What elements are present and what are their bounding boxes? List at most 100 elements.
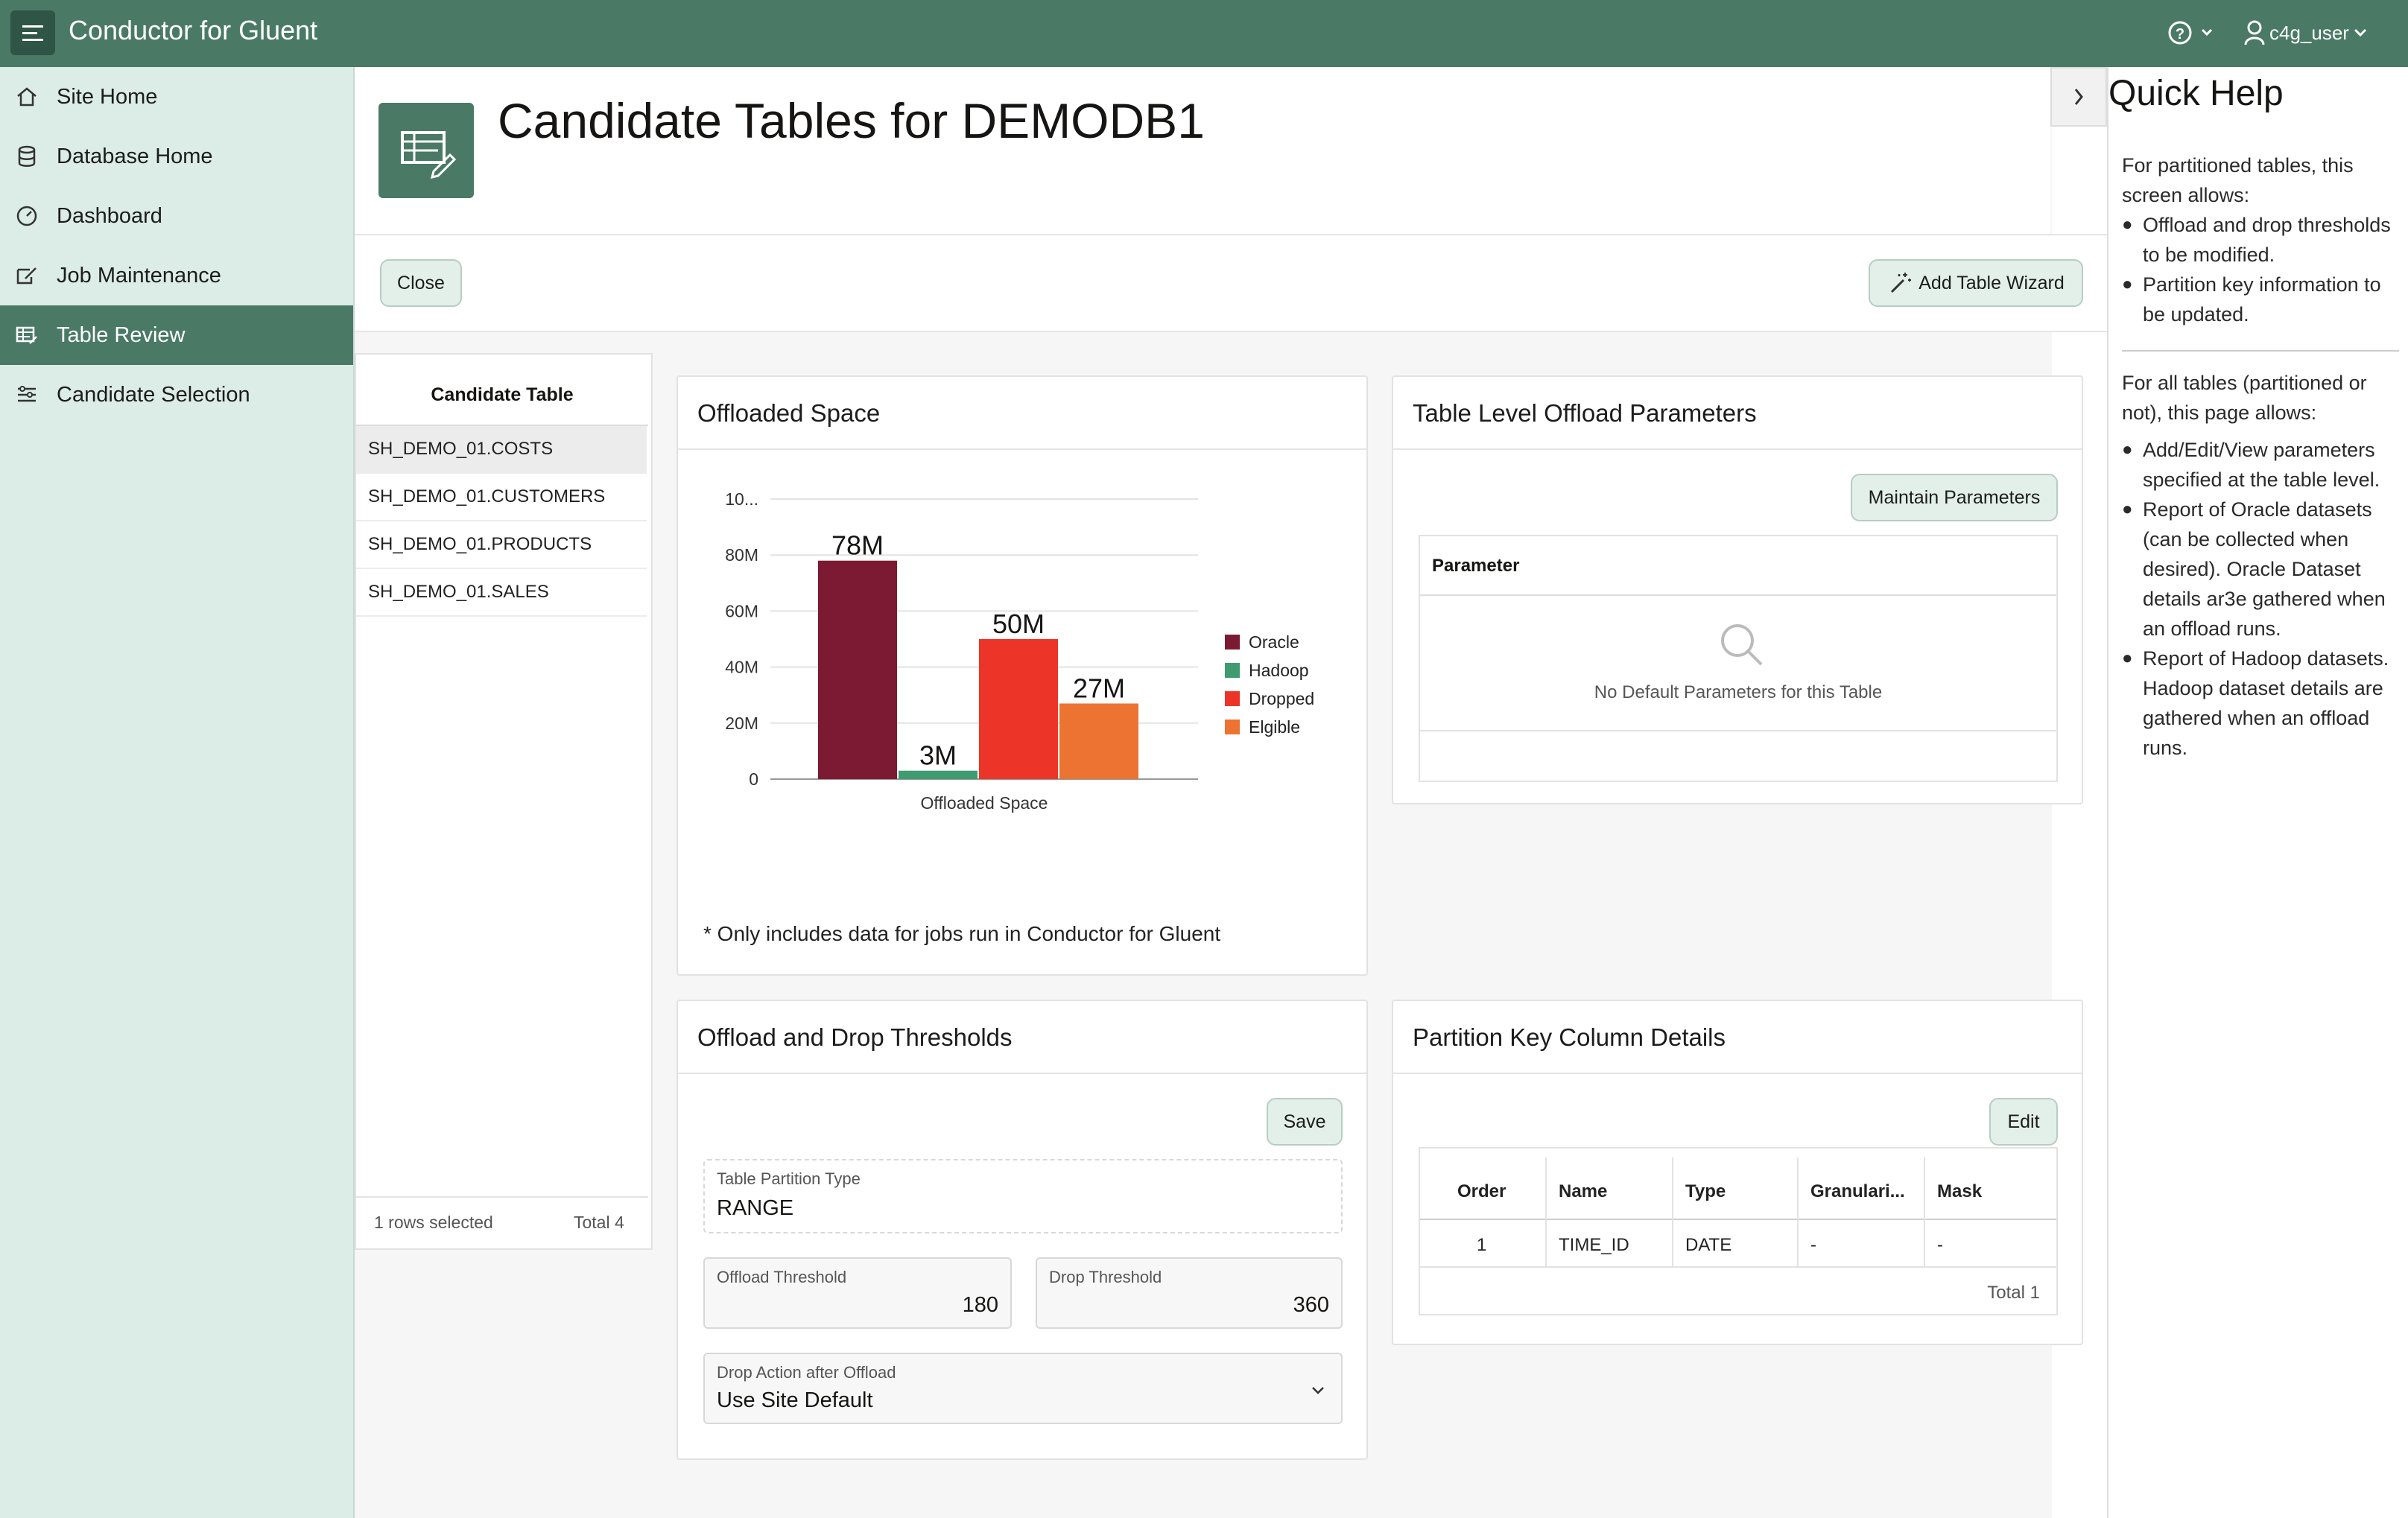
candidate-table-header[interactable]: Candidate Table: [356, 365, 648, 426]
candidate-table-row[interactable]: SH_DEMO_01.SALES: [356, 569, 647, 617]
search-icon: [1721, 624, 1763, 666]
column-separator: [1797, 1157, 1799, 1268]
table-edit-icon: [401, 131, 457, 180]
card-title: Offloaded Space: [697, 399, 881, 427]
bar-oracle: [818, 560, 897, 779]
help-bullet: ● Report of Oracle datasets (can be coll…: [2122, 495, 2405, 644]
save-button-label: Save: [1283, 1111, 1326, 1132]
top-bar: [0, 0, 2408, 67]
add-table-wizard-button[interactable]: Add Table Wizard: [1869, 259, 2083, 307]
partition-type-value: RANGE: [717, 1196, 794, 1220]
sidebar-item-site-home[interactable]: Site Home: [0, 67, 353, 127]
sidebar-item-label: Site Home: [57, 84, 158, 109]
column-header-order[interactable]: Order: [1457, 1181, 1506, 1202]
card-title: Partition Key Column Details: [1413, 1023, 1726, 1051]
rows-selected-text: 1 rows selected: [374, 1213, 493, 1232]
column-header-mask[interactable]: Mask: [1937, 1181, 1982, 1202]
offload-threshold-field[interactable]: Offload Threshold 180: [703, 1257, 1012, 1329]
chevron-right-icon: [2074, 89, 2083, 105]
y-tick-label: 40M: [725, 658, 758, 677]
card-divider: [678, 448, 1366, 450]
table-row[interactable]: [1420, 1220, 2056, 1268]
drop-threshold-input[interactable]: 360: [1293, 1293, 1329, 1318]
parameter-column-header[interactable]: Parameter: [1432, 556, 1519, 577]
bullet-dot: ●: [2122, 439, 2133, 460]
sidebar-item-label: Job Maintenance: [57, 263, 221, 288]
sidebar-item-database-home[interactable]: Database Home: [0, 127, 353, 186]
candidate-table-list: SH_DEMO_01.COSTS SH_DEMO_01.CUSTOMERS SH…: [356, 426, 648, 620]
bullet-dot: ●: [2122, 215, 2133, 235]
job-edit-icon: [16, 267, 37, 285]
legend-label: Dropped: [1249, 689, 1314, 708]
sidebar-item-table-review[interactable]: Table Review: [0, 305, 353, 365]
cell-order: 1: [1477, 1235, 1487, 1255]
sidebar: Site Home Database Home Dashboard Job Ma…: [0, 67, 355, 1518]
sidebar-item-dashboard[interactable]: Dashboard: [0, 186, 353, 246]
menu-toggle-button[interactable]: [10, 10, 55, 55]
column-header-type[interactable]: Type: [1685, 1181, 1726, 1202]
page-title: Candidate Tables for DEMODB1: [498, 93, 1205, 148]
page-icon: [378, 103, 474, 198]
x-axis-label: Offloaded Space: [921, 793, 1048, 813]
sidebar-item-label: Candidate Selection: [57, 382, 250, 407]
bar-dropped: [979, 639, 1058, 779]
help-paragraph: For partitioned tables, this screen allo…: [2122, 154, 2354, 206]
edit-button-label: Edit: [2007, 1111, 2040, 1132]
sidebar-item-job-maintenance[interactable]: Job Maintenance: [0, 246, 353, 305]
close-button[interactable]: Close: [380, 259, 462, 307]
bullet-text: Add/Edit/View parameters specified at th…: [2143, 439, 2380, 491]
offload-parameters-card: Table Level Offload Parameters Maintain …: [1392, 375, 2083, 804]
bar-elgible: [1059, 703, 1138, 779]
offloaded-space-chart: 0 20M 40M 60M 80M 10... 78M 3M 50M 27M Offloaded S…: [725, 489, 1314, 813]
user-name: c4g_user: [2269, 21, 2349, 44]
chart-note: * Only includes data for jobs run in Con…: [703, 922, 1221, 945]
candidate-table-footer: 1 rows selected Total 4: [356, 1196, 648, 1248]
empty-parameters-message: No Default Parameters for this Table: [1594, 682, 1883, 702]
thresholds-card: Offload and Drop Thresholds Save Table P…: [677, 1000, 1368, 1460]
drop-threshold-field[interactable]: Drop Threshold 360: [1036, 1257, 1343, 1329]
help-bullet: ● Report of Hadoop datasets. Hadoop data…: [2122, 644, 2405, 763]
card-divider: [1393, 448, 2082, 450]
legend-label: Oracle: [1249, 632, 1299, 652]
parameters-table-header: Parameter: [1420, 536, 2056, 596]
quick-help-panel: Quick Help For partitioned tables, this …: [2107, 67, 2408, 1518]
column-separator: [1545, 1157, 1547, 1268]
field-label: Drop Action after Offload: [717, 1363, 896, 1382]
candidate-table-row[interactable]: SH_DEMO_01.CUSTOMERS: [356, 474, 647, 521]
legend-swatch: [1225, 720, 1240, 734]
cell-granularity: -: [1810, 1235, 1816, 1255]
user-menu-button[interactable]: c4g_user: [2243, 16, 2392, 49]
data-label: 78M: [831, 530, 884, 561]
legend-swatch: [1225, 663, 1240, 678]
candidate-table-row[interactable]: SH_DEMO_01.COSTS: [356, 426, 647, 474]
help-menu-button[interactable]: ?: [2165, 16, 2217, 49]
drop-action-select[interactable]: Drop Action after Offload Use Site Defau…: [703, 1353, 1343, 1424]
help-bullet: ● Offload and drop thresholds to be modi…: [2122, 210, 2405, 270]
bullet-dot: ●: [2122, 274, 2133, 294]
candidate-table-row[interactable]: SH_DEMO_01.PRODUCTS: [356, 521, 647, 569]
legend-swatch: [1225, 691, 1240, 706]
maintain-parameters-label: Maintain Parameters: [1868, 486, 2041, 508]
sidebar-item-label: Table Review: [57, 323, 186, 347]
card-divider: [1393, 1073, 2082, 1074]
column-header-name[interactable]: Name: [1559, 1181, 1607, 1202]
bullet-text: Report of Hadoop datasets. Hadoop datase…: [2143, 647, 2389, 759]
edit-button[interactable]: Edit: [1989, 1098, 2058, 1146]
table-footer-divider: [1420, 730, 2056, 731]
bullet-text: Offload and drop thresholds to be modifi…: [2143, 214, 2391, 266]
sliders-icon: [18, 386, 36, 402]
sidebar-item-candidate-selection[interactable]: Candidate Selection: [0, 365, 353, 425]
maintain-parameters-button[interactable]: Maintain Parameters: [1851, 474, 2058, 521]
column-separator: [1672, 1157, 1673, 1268]
offload-threshold-input[interactable]: 180: [963, 1293, 998, 1318]
save-button[interactable]: Save: [1267, 1098, 1343, 1146]
help-icon: ?: [2168, 21, 2213, 45]
legend-swatch: [1225, 635, 1240, 650]
app-title[interactable]: Conductor for Gluent: [69, 15, 317, 46]
offloaded-space-card: Offloaded Space 0 20M 40M 60M 80M 10... 78M 3M 5…: [677, 375, 1368, 976]
column-separator: [1924, 1157, 1925, 1268]
quick-help-collapse-button[interactable]: [2050, 67, 2107, 127]
quick-help-title: Quick Help: [2108, 74, 2284, 113]
hamburger-icon: [22, 25, 43, 41]
column-header-granularity[interactable]: Granulari...: [1810, 1181, 1905, 1202]
